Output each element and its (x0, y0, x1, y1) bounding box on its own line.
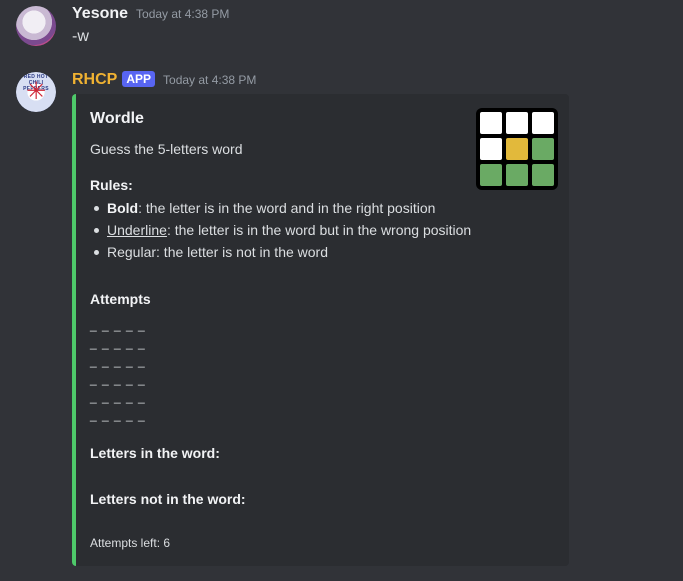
rule-text: : the letter is in the word but in the w… (166, 222, 472, 238)
wordle-grid-cell (480, 164, 502, 186)
wordle-grid-cell (532, 112, 554, 134)
wordle-grid-cell (532, 138, 554, 160)
letters-not-in-heading: Letters not in the word: (90, 491, 246, 507)
letters-in-heading: Letters in the word: (90, 445, 220, 461)
timestamp: Today at 4:38 PM (136, 7, 230, 21)
username[interactable]: RHCP (72, 71, 117, 89)
rule-emphasis: Underline (107, 222, 167, 238)
rules-list: Bold: the letter is in the word and in t… (92, 197, 471, 263)
app-badge: APP (122, 71, 156, 87)
asterisk-logo-icon: ✳ (25, 78, 47, 105)
rules-heading: Rules: (90, 177, 133, 193)
timestamp: Today at 4:38 PM (163, 73, 257, 87)
embed-title: Wordle (90, 110, 144, 127)
wordle-grid-cell (506, 138, 528, 160)
attempt-row: _ _ _ _ _ (90, 390, 146, 404)
rule-item-underline: Underline: the letter is in the word but… (92, 219, 471, 241)
attempts-list: _ _ _ _ _ _ _ _ _ _ _ _ _ _ _ _ _ _ _ _ … (90, 316, 146, 424)
message-header: Yesone Today at 4:38 PM (72, 5, 229, 27)
embed-description: Guess the 5-letters word (90, 141, 243, 157)
rule-emphasis: Bold (107, 200, 139, 216)
wordle-grid-icon[interactable] (476, 108, 558, 190)
avatar[interactable]: RED HOT CHILI PEPPERS ✳ (16, 72, 56, 112)
rule-item-regular: Regular: the letter is not in the word (92, 241, 471, 263)
username[interactable]: Yesone (72, 5, 128, 23)
message-content: -w (72, 28, 89, 45)
attempt-row: _ _ _ _ _ (90, 354, 146, 368)
wordle-grid-cell (506, 112, 528, 134)
wordle-grid-cell (480, 138, 502, 160)
wordle-grid-cell (506, 164, 528, 186)
wordle-embed: Wordle Guess the 5-letters word Rules: B… (72, 94, 569, 566)
avatar[interactable] (16, 6, 56, 46)
embed-footer: Attempts left: 6 (90, 536, 171, 550)
attempts-heading: Attempts (90, 291, 151, 307)
attempt-row: _ _ _ _ _ (90, 318, 146, 332)
rule-text: Regular: the letter is not in the word (107, 244, 329, 260)
attempt-row: _ _ _ _ _ (90, 336, 146, 350)
attempt-row: _ _ _ _ _ (90, 408, 146, 422)
wordle-grid-cell (480, 112, 502, 134)
wordle-grid-cell (532, 164, 554, 186)
rule-item-bold: Bold: the letter is in the word and in t… (92, 197, 471, 219)
rule-text: : the letter is in the word and in the r… (138, 200, 436, 216)
message-header: RHCP APP Today at 4:38 PM (72, 71, 256, 93)
attempt-row: _ _ _ _ _ (90, 372, 146, 386)
